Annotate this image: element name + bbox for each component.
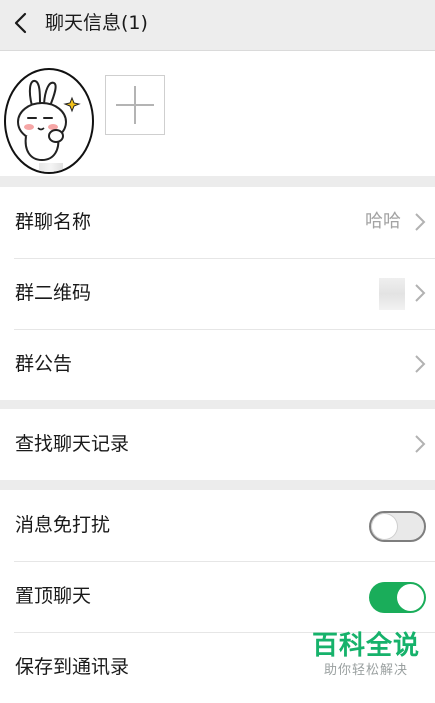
mute-row: 消息免打扰 bbox=[0, 490, 435, 561]
chevron-left-icon[interactable] bbox=[10, 11, 34, 35]
search-history-label: 查找聊天记录 bbox=[15, 433, 130, 455]
watermark: 百科全说 助你轻松解决 bbox=[306, 630, 426, 690]
group-announcement-row[interactable]: 群公告 bbox=[0, 329, 435, 400]
top-bar: 聊天信息(1) bbox=[0, 0, 435, 51]
group-name-row[interactable]: 群聊名称 哈哈 bbox=[0, 187, 435, 258]
qr-code-icon bbox=[379, 278, 405, 310]
chevron-right-icon bbox=[415, 213, 426, 231]
group-name-value: 哈哈 bbox=[365, 211, 401, 232]
save-contacts-label: 保存到通讯录 bbox=[15, 656, 130, 678]
add-member-button[interactable] bbox=[105, 75, 165, 135]
sticky-label: 置顶聊天 bbox=[15, 585, 92, 607]
member-name-blurred bbox=[39, 163, 63, 172]
group-name-label: 群聊名称 bbox=[15, 211, 92, 233]
sticky-row: 置顶聊天 bbox=[0, 561, 435, 632]
chevron-right-icon bbox=[415, 355, 426, 373]
page-title: 聊天信息(1) bbox=[45, 12, 148, 34]
group-qr-label: 群二维码 bbox=[15, 282, 92, 304]
watermark-subtitle: 助你轻松解决 bbox=[323, 663, 408, 678]
group-qr-row[interactable]: 群二维码 bbox=[0, 258, 435, 329]
member-avatar[interactable] bbox=[4, 68, 94, 174]
chevron-right-icon bbox=[415, 435, 426, 453]
watermark-title: 百科全说 bbox=[311, 631, 420, 661]
sticky-toggle[interactable] bbox=[369, 582, 426, 613]
toggle-knob bbox=[397, 584, 424, 611]
group-announcement-label: 群公告 bbox=[15, 353, 73, 375]
search-history-row[interactable]: 查找聊天记录 bbox=[0, 409, 435, 480]
mute-toggle[interactable] bbox=[369, 511, 426, 542]
mute-label: 消息免打扰 bbox=[15, 514, 111, 536]
plus-icon bbox=[116, 86, 154, 124]
bunny-avatar-icon bbox=[17, 80, 81, 162]
group-settings-section: 群聊名称 哈哈 群二维码 群公告 bbox=[0, 187, 435, 400]
chevron-right-icon bbox=[415, 284, 426, 302]
toggle-knob bbox=[372, 514, 397, 539]
search-section: 查找聊天记录 bbox=[0, 409, 435, 480]
member-list bbox=[0, 51, 435, 176]
